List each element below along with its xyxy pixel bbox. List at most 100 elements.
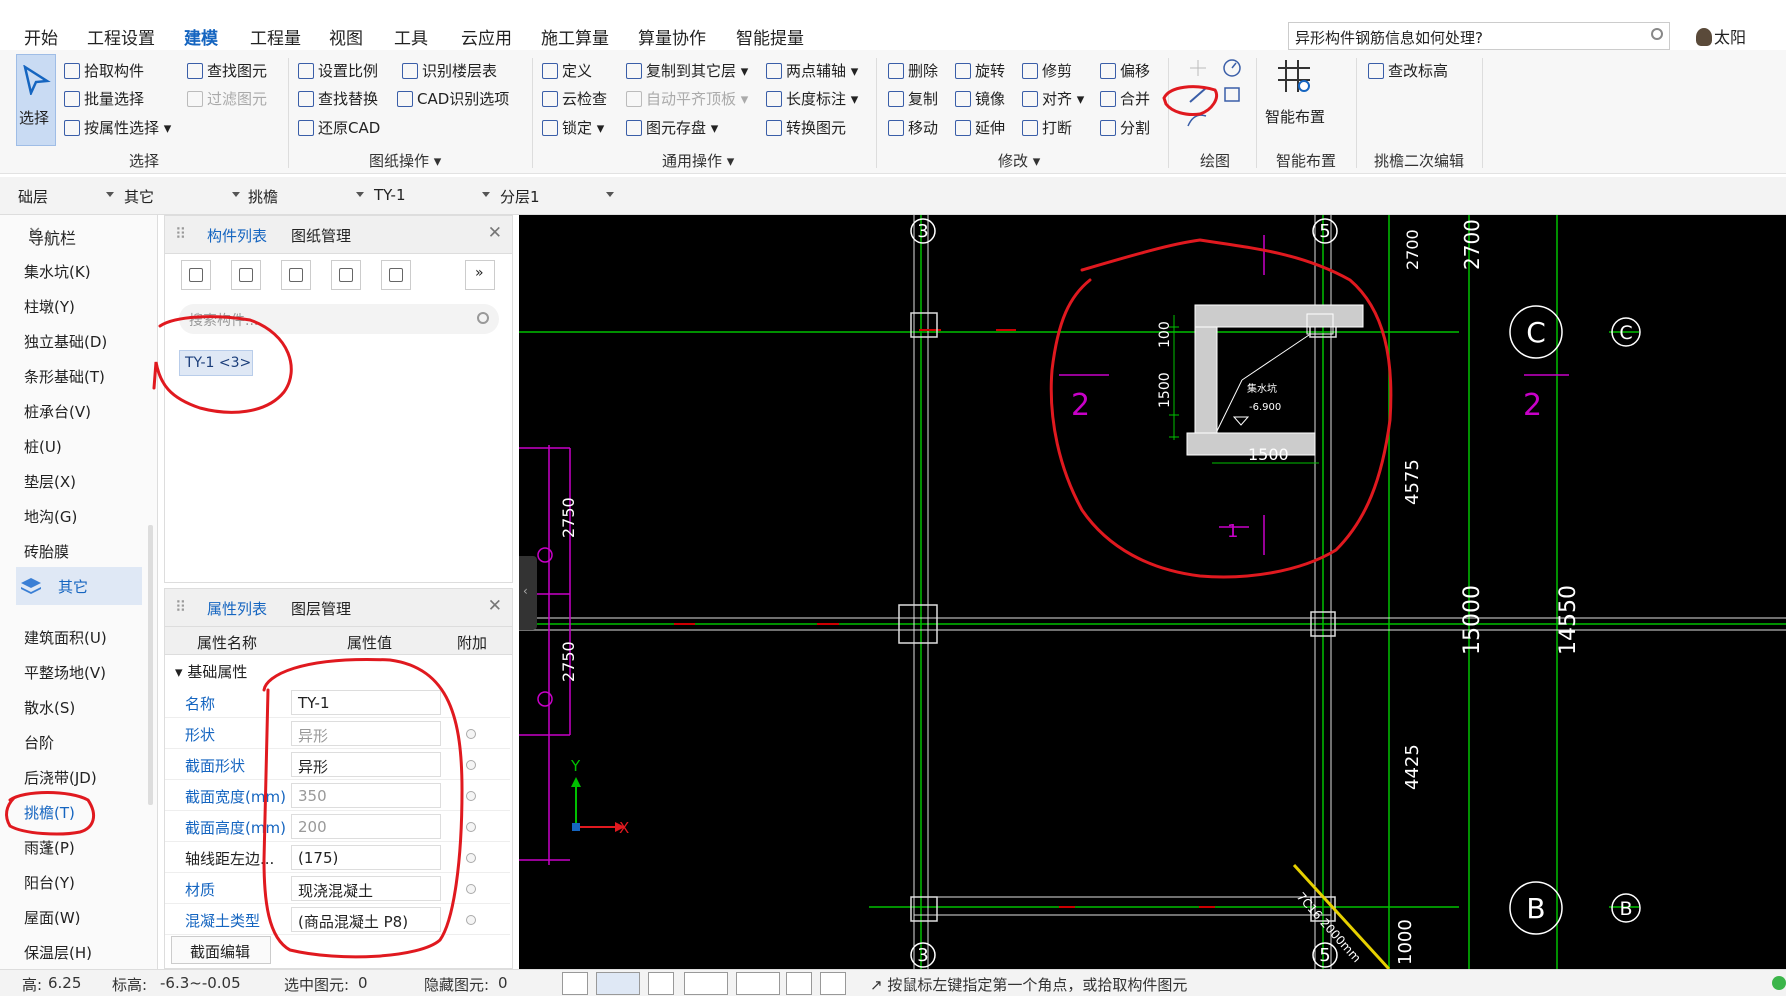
line-draw-icon[interactable] xyxy=(1189,87,1207,103)
extra-checkbox[interactable] xyxy=(466,915,476,925)
set-scale-button[interactable]: 设置比例 xyxy=(298,60,378,81)
duplicate-component-button[interactable] xyxy=(331,260,361,290)
property-value-field[interactable]: TY-1 xyxy=(291,690,441,715)
drag-handle-icon[interactable]: ⠿ xyxy=(175,225,186,243)
align-button[interactable]: 对齐 ▾ xyxy=(1022,88,1084,109)
property-value-field[interactable]: 异形 xyxy=(291,721,441,746)
tab-construction-quantity[interactable]: 施工算量 xyxy=(541,24,609,49)
extra-checkbox[interactable] xyxy=(466,791,476,801)
property-value-field[interactable]: (175) xyxy=(291,845,441,870)
mirror-button[interactable]: 镜像 xyxy=(955,88,1005,109)
two-point-axis-button[interactable]: 两点辅轴 ▾ xyxy=(766,60,858,81)
property-value-field[interactable]: 200 xyxy=(291,814,441,839)
rectangle-icon[interactable] xyxy=(1224,87,1240,102)
pick-component-button[interactable]: 拾取构件 xyxy=(64,60,144,81)
save-component-button[interactable] xyxy=(381,260,411,290)
tab-start[interactable]: 开始 xyxy=(24,24,58,49)
category-dropdown[interactable]: 其它 xyxy=(124,186,240,207)
convert-element-button[interactable]: 转换图元 xyxy=(766,117,846,138)
lock-button[interactable]: 锁定 ▾ xyxy=(542,117,604,138)
display-settings-icon[interactable] xyxy=(786,972,812,995)
delete-button[interactable]: 删除 xyxy=(888,60,938,81)
arc-icon[interactable] xyxy=(1187,114,1207,127)
tab-tools[interactable]: 工具 xyxy=(394,24,428,49)
nav-item-eave[interactable]: 挑檐(T) xyxy=(24,802,75,823)
nav-item[interactable]: 砖胎膜 xyxy=(24,541,69,562)
nav-item[interactable]: 阳台(Y) xyxy=(24,872,75,893)
smart-layout-button[interactable]: 智能布置 xyxy=(1265,106,1325,127)
select-by-property-button[interactable]: 按属性选择 ▾ xyxy=(64,117,171,138)
nav-item[interactable]: 保温层(H) xyxy=(24,942,92,963)
length-mark-button[interactable]: 长度标注 ▾ xyxy=(766,88,858,109)
close-icon[interactable]: ✕ xyxy=(488,596,502,616)
tab-quantity[interactable]: 工程量 xyxy=(250,24,301,49)
polar-tracking-icon[interactable] xyxy=(684,972,728,995)
property-group-basic[interactable]: ▾ 基础属性 xyxy=(175,661,247,682)
nav-item[interactable]: 雨蓬(P) xyxy=(24,837,75,858)
batch-select-button[interactable]: 批量选择 xyxy=(64,88,144,109)
rotate-button[interactable]: 旋转 xyxy=(955,60,1005,81)
split-button[interactable]: 分割 xyxy=(1100,117,1150,138)
tab-property-list[interactable]: 属性列表 xyxy=(207,598,267,619)
cad-options-button[interactable]: CAD识别选项 xyxy=(397,88,509,109)
section-edit-button[interactable]: 截面编辑 xyxy=(171,936,271,964)
tab-component-list[interactable]: 构件列表 xyxy=(207,225,267,246)
component-list-item[interactable]: TY-1 <3> xyxy=(179,350,253,376)
group-label-modify[interactable]: 修改 ▾ xyxy=(998,150,1040,171)
find-element-button[interactable]: 查找图元 xyxy=(187,60,267,81)
user-account[interactable]: 太阳 xyxy=(1696,24,1746,48)
copy-to-floor-button[interactable]: 复制到其它层 ▾ xyxy=(626,60,748,81)
trim-button[interactable]: 修剪 xyxy=(1022,60,1072,81)
tab-smart-quantity[interactable]: 智能提量 xyxy=(736,24,804,49)
extra-checkbox[interactable] xyxy=(466,729,476,739)
nav-item[interactable]: 垫层(X) xyxy=(24,471,76,492)
find-replace-button[interactable]: 查找替换 xyxy=(298,88,378,109)
property-value-field[interactable]: (商品混凝土 P8) xyxy=(291,907,441,932)
auto-flush-slab-button[interactable]: 自动平齐顶板 ▾ xyxy=(626,88,748,109)
filter-element-button[interactable]: 过滤图元 xyxy=(187,88,267,109)
ortho-toggle-icon[interactable] xyxy=(562,972,588,995)
snap-toggle-icon[interactable] xyxy=(596,972,640,995)
restore-cad-button[interactable]: 还原CAD xyxy=(298,117,380,138)
gauge-icon[interactable] xyxy=(1223,59,1241,77)
tab-modeling[interactable]: 建模 xyxy=(184,24,218,49)
floor-dropdown[interactable]: 础层 xyxy=(18,186,118,207)
merge-button[interactable]: 合并 xyxy=(1100,88,1150,109)
nav-item[interactable]: 台阶 xyxy=(24,732,54,753)
define-button[interactable]: 定义 xyxy=(542,60,592,81)
nav-item[interactable]: 地沟(G) xyxy=(24,506,77,527)
component-dropdown[interactable]: TY-1 xyxy=(374,186,492,204)
break-button[interactable]: 打断 xyxy=(1022,117,1072,138)
nav-item[interactable]: 屋面(W) xyxy=(24,907,81,928)
check-elevation-button[interactable]: 查改标高 xyxy=(1368,60,1448,81)
close-icon[interactable]: ✕ xyxy=(488,223,502,243)
more-button[interactable]: » xyxy=(465,260,495,290)
move-button[interactable]: 移动 xyxy=(888,117,938,138)
dynamic-input-icon[interactable] xyxy=(736,972,780,995)
property-value-field[interactable]: 现浇混凝土 xyxy=(291,876,441,901)
close-icon[interactable]: ✕ xyxy=(28,223,150,242)
scrollbar[interactable] xyxy=(148,525,153,805)
extra-checkbox[interactable] xyxy=(466,760,476,770)
nav-item[interactable]: 建筑面积(U) xyxy=(24,627,107,648)
copy-component-button[interactable] xyxy=(231,260,261,290)
nav-item[interactable]: 柱墩(Y) xyxy=(24,296,75,317)
drag-handle-icon[interactable]: ⠿ xyxy=(175,598,186,616)
tab-collaboration[interactable]: 算量协作 xyxy=(638,24,706,49)
smart-layout-icon[interactable] xyxy=(1274,56,1314,96)
search-icon[interactable] xyxy=(1651,28,1663,40)
identify-floor-table-button[interactable]: 识别楼层表 xyxy=(402,60,497,81)
tab-view[interactable]: 视图 xyxy=(329,24,363,49)
nav-item[interactable]: 独立基础(D) xyxy=(24,331,107,352)
copy-button[interactable]: 复制 xyxy=(888,88,938,109)
collapse-panel-handle[interactable]: ‹ xyxy=(519,556,537,630)
point-icon[interactable] xyxy=(1190,60,1206,76)
property-value-field[interactable]: 350 xyxy=(291,783,441,808)
offset-button[interactable]: 偏移 xyxy=(1100,60,1150,81)
delete-component-button[interactable] xyxy=(281,260,311,290)
save-element-button[interactable]: 图元存盘 ▾ xyxy=(626,117,718,138)
help-search-input[interactable]: 异形构件钢筋信息如何处理? xyxy=(1288,22,1670,50)
nav-item[interactable]: 桩(U) xyxy=(24,436,62,457)
tab-layer-management[interactable]: 图层管理 xyxy=(291,598,351,619)
nav-section-other[interactable]: 其它 xyxy=(16,567,142,605)
